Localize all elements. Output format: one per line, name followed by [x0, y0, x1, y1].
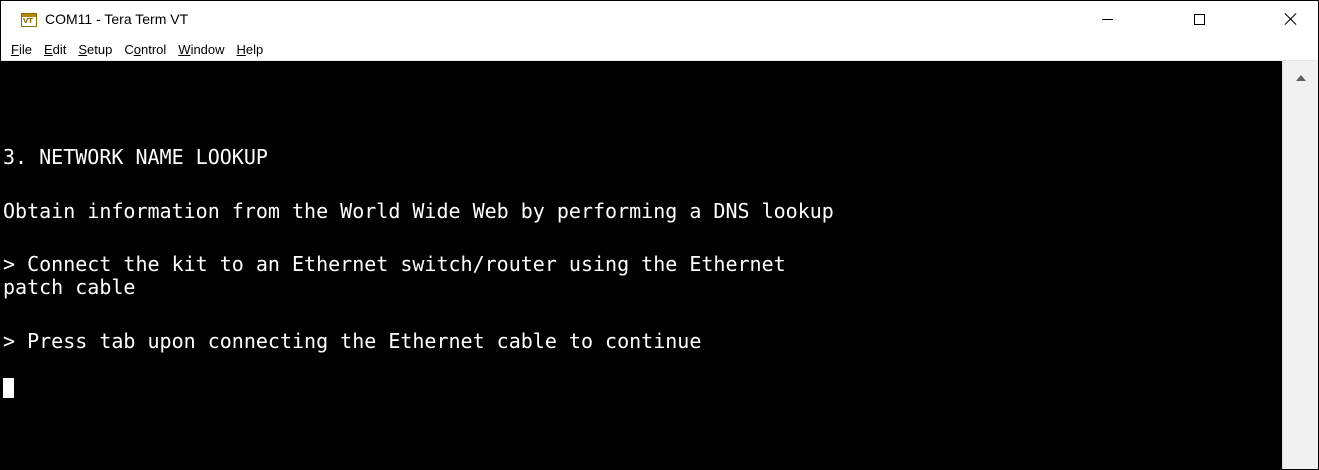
title-bar[interactable]: VT COM11 - Tera Term VT: [1, 1, 1318, 39]
menu-control-rest: ntrol: [140, 41, 167, 57]
minimize-icon: [1101, 18, 1113, 20]
menu-file-mnemonic: F: [11, 41, 19, 57]
scroll-up-button[interactable]: [1283, 61, 1318, 95]
terminal-line-2: Obtain information from the World Wide W…: [3, 199, 834, 223]
menu-help[interactable]: Help: [231, 40, 270, 60]
menu-control-mnemonic: o: [133, 41, 141, 57]
menu-edit-mnemonic: E: [43, 41, 53, 57]
menu-control-prefix: C: [124, 41, 134, 57]
terminal-line-3: > Connect the kit to an Ethernet switch/…: [3, 252, 786, 276]
menu-help-rest: elp: [245, 41, 264, 57]
menu-bar: File Edit Setup Control Window Help: [1, 39, 1318, 61]
menu-setup-mnemonic: S: [78, 41, 88, 57]
menu-window-rest: indow: [190, 41, 225, 57]
terminal-screen[interactable]: 3. NETWORK NAME LOOKUP Obtain informatio…: [1, 61, 1282, 469]
menu-setup[interactable]: Setup: [72, 40, 118, 60]
vertical-scrollbar[interactable]: [1282, 61, 1318, 469]
menu-window[interactable]: Window: [172, 40, 230, 60]
terminal-line-5: > Press tab upon connecting the Ethernet…: [3, 329, 702, 353]
window-title: COM11 - Tera Term VT: [45, 11, 189, 27]
maximize-button[interactable]: [1176, 1, 1222, 37]
terminal-line-4: patch cable: [3, 275, 136, 299]
menu-file[interactable]: File: [5, 40, 38, 60]
close-icon: [1284, 12, 1298, 26]
app-icon-label: VT: [23, 17, 33, 25]
chevron-up-icon: [1295, 75, 1306, 81]
scroll-track[interactable]: [1283, 95, 1318, 469]
menu-edit[interactable]: Edit: [38, 40, 72, 60]
menu-edit-rest: dit: [52, 41, 67, 57]
minimize-button[interactable]: [1084, 1, 1130, 37]
terminal-line-1: 3. NETWORK NAME LOOKUP: [3, 145, 268, 169]
menu-help-mnemonic: H: [236, 41, 246, 57]
terminal-cursor: [3, 378, 14, 398]
close-button[interactable]: [1268, 1, 1314, 37]
menu-file-rest: ile: [18, 41, 32, 57]
tera-term-window: VT COM11 - Tera Term VT File Edit Setup …: [0, 0, 1319, 470]
tera-term-vt-icon[interactable]: VT: [21, 13, 37, 27]
menu-setup-rest: etup: [87, 41, 113, 57]
menu-control[interactable]: Control: [118, 40, 172, 60]
menu-window-mnemonic: W: [178, 41, 191, 57]
maximize-icon: [1193, 13, 1205, 25]
